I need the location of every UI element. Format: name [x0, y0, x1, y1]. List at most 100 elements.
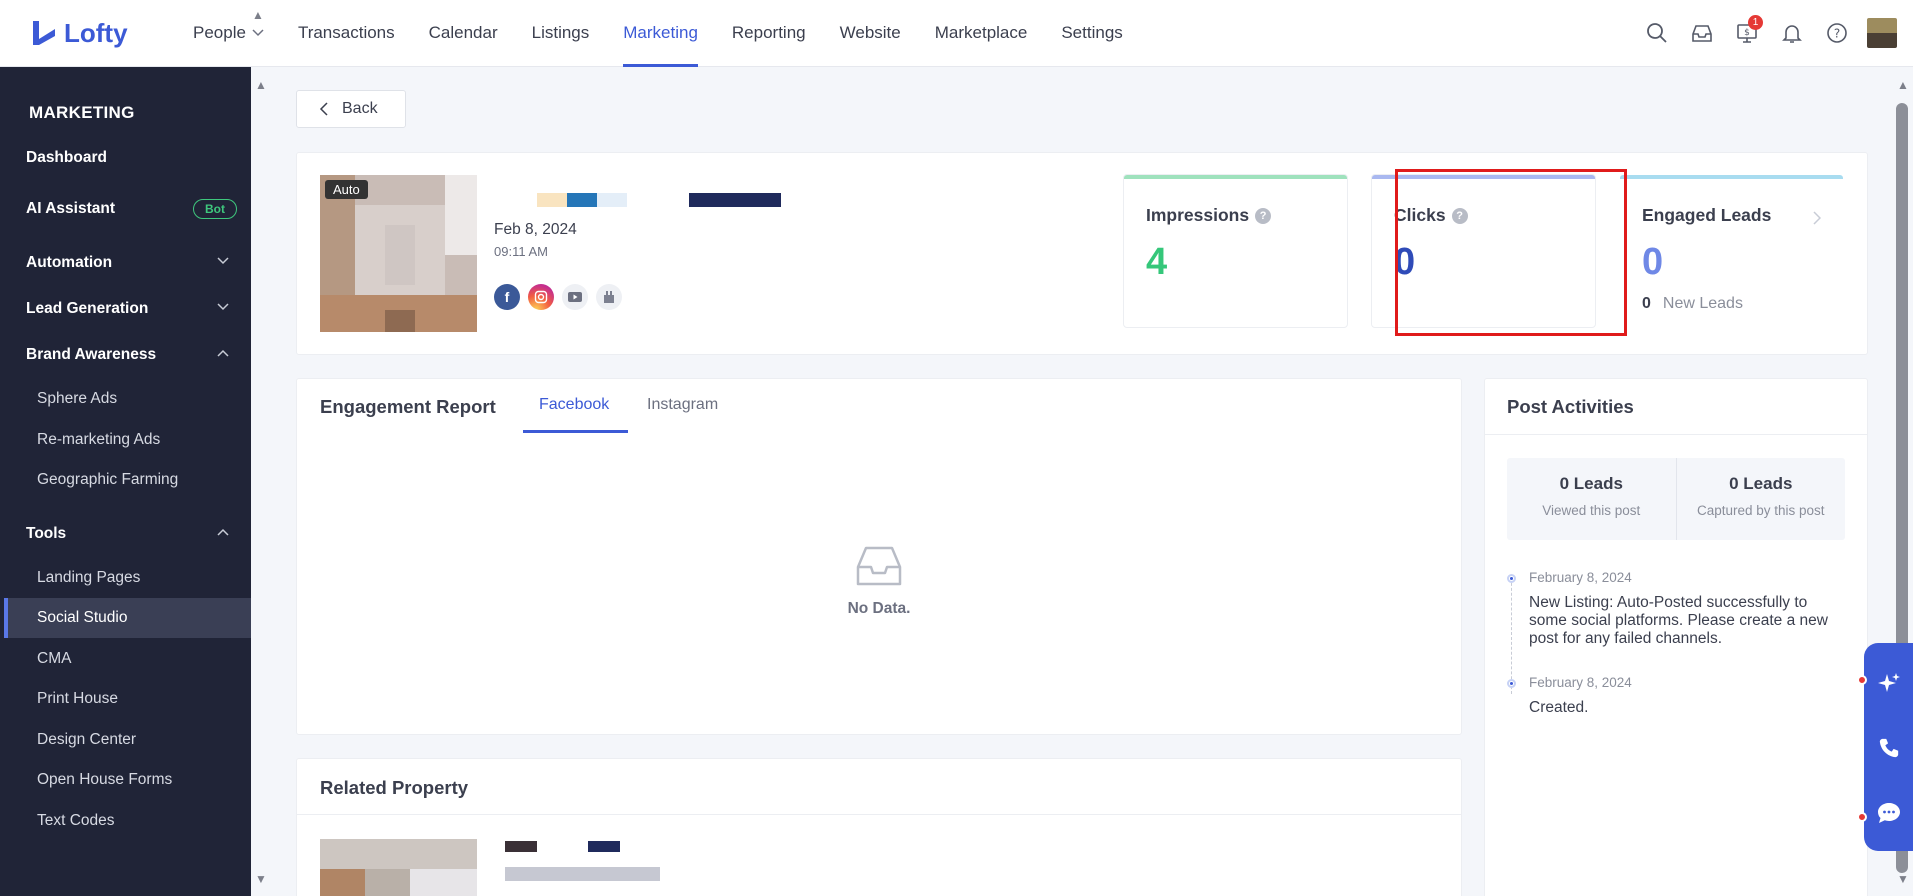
timeline-text: New Listing: Auto-Posted successfully to… — [1529, 594, 1828, 647]
sidebar-title: MARKETING — [29, 103, 135, 122]
redacted-text — [537, 193, 567, 207]
chat-button[interactable] — [1864, 783, 1913, 843]
facebook-icon[interactable]: f — [494, 284, 520, 310]
tab-facebook[interactable]: Facebook — [539, 396, 609, 414]
timeline-date: February 8, 2024 — [1529, 675, 1632, 690]
ai-sparkle-button[interactable] — [1864, 653, 1913, 713]
nav-listings-label: Listings — [531, 23, 590, 42]
nav-marketplace-label: Marketplace — [934, 23, 1028, 42]
chevron-down-icon — [217, 303, 229, 311]
sidebar-item-geographic-farming[interactable]: Geographic Farming — [4, 460, 251, 500]
sidebar-item-text-codes[interactable]: Text Codes — [4, 801, 251, 841]
help-icon[interactable]: ? — [1255, 207, 1272, 224]
lofty-logo[interactable]: Lofty — [30, 18, 176, 49]
redacted-text — [567, 193, 597, 207]
empty-state-text: No Data. — [847, 600, 911, 617]
user-avatar[interactable] — [1867, 18, 1897, 48]
chat-icon — [1877, 803, 1900, 823]
post-summary-card: Auto Feb 8, 2024 09:11 AM f Impressions?… — [296, 152, 1868, 355]
phone-icon — [1879, 738, 1898, 758]
main-content: Back Auto Feb 8, 2024 09:11 AM f Impress… — [251, 67, 1887, 896]
sidebar-item-remarketing-ads[interactable]: Re-marketing Ads — [4, 420, 251, 460]
related-property-card: Related Property — [296, 758, 1462, 896]
auto-tag: Auto — [325, 180, 368, 199]
sidebar-item-label: Geographic Farming — [37, 471, 179, 488]
nav-calendar[interactable]: Calendar — [412, 0, 515, 67]
redacted-text — [588, 841, 620, 852]
sidebar-item-open-house-forms[interactable]: Open House Forms — [4, 760, 251, 800]
sidebar-item-label: Re-marketing Ads — [37, 431, 161, 448]
inbox-icon[interactable] — [1687, 18, 1717, 48]
viewed-leads-desc: Viewed this post — [1542, 503, 1641, 518]
help-icon[interactable]: ? — [1451, 207, 1468, 224]
post-time: 09:11 AM — [494, 244, 548, 259]
property-thumbnail[interactable] — [320, 839, 477, 896]
sidebar-item-print-house[interactable]: Print House — [4, 679, 251, 719]
sidebar-item-dashboard[interactable]: Dashboard — [4, 138, 251, 178]
viewed-leads: 0 Leads Viewed this post — [1507, 458, 1676, 540]
nav-marketing[interactable]: Marketing — [606, 0, 715, 67]
google-business-icon[interactable] — [596, 284, 622, 310]
lofty-logo-icon — [33, 21, 55, 45]
sidebar-item-label: Print House — [37, 690, 118, 707]
impressions-accent-bar — [1124, 175, 1347, 179]
sidebar-item-lead-generation[interactable]: Lead Generation — [4, 289, 251, 329]
timeline-item: February 8, 2024 New Listing: Auto-Poste… — [1507, 570, 1847, 648]
chevron-up-icon — [217, 349, 229, 357]
help-icon[interactable]: ? — [1822, 18, 1852, 48]
timeline-date: February 8, 2024 — [1529, 570, 1632, 585]
nav-transactions[interactable]: Transactions — [281, 0, 412, 67]
nav-people[interactable]: People — [176, 0, 281, 67]
youtube-icon[interactable] — [562, 284, 588, 310]
nav-listings[interactable]: Listings — [515, 0, 607, 67]
bot-badge: Bot — [193, 199, 237, 219]
post-thumbnail[interactable]: Auto — [320, 175, 477, 332]
engaged-leads-stat[interactable]: Engaged Leads 0 0 New Leads — [1619, 174, 1844, 328]
instagram-icon[interactable] — [528, 284, 554, 310]
main-nav: People Transactions Calendar Listings Ma… — [176, 0, 1140, 67]
sidebar-item-social-studio[interactable]: Social Studio — [4, 598, 251, 638]
sidebar-item-tools[interactable]: Tools — [4, 514, 251, 554]
quick-action-panel — [1864, 643, 1913, 851]
engagement-report-card: Engagement Report Facebook Instagram No … — [296, 378, 1462, 735]
phone-button[interactable] — [1864, 718, 1913, 778]
lead-summary: 0 Leads Viewed this post 0 Leads Capture… — [1507, 458, 1845, 540]
clicks-label: Clicks? — [1394, 205, 1468, 226]
sidebar: ▲ MARKETING Dashboard AI Assistant Bot A… — [0, 8, 264, 896]
sidebar-item-design-center[interactable]: Design Center — [4, 720, 251, 760]
search-icon[interactable] — [1642, 18, 1672, 48]
sidebar-item-brand-awareness[interactable]: Brand Awareness — [4, 335, 251, 375]
nav-settings[interactable]: Settings — [1044, 0, 1139, 67]
tab-instagram[interactable]: Instagram — [647, 396, 718, 414]
related-property-title: Related Property — [320, 777, 469, 798]
scrollbar-down-icon[interactable]: ▼ — [1897, 872, 1909, 886]
nav-settings-label: Settings — [1061, 23, 1123, 42]
sidebar-item-landing-pages[interactable]: Landing Pages — [4, 558, 251, 598]
redacted-text — [505, 867, 660, 881]
lead-alert-icon[interactable]: $ 1 — [1732, 15, 1763, 48]
chevron-right-icon — [1813, 211, 1821, 225]
redacted-text — [505, 841, 537, 852]
sidebar-item-cma[interactable]: CMA — [4, 639, 251, 679]
sidebar-item-ai-assistant[interactable]: AI Assistant Bot — [4, 189, 251, 229]
nav-reporting[interactable]: Reporting — [715, 0, 823, 67]
chevron-up-icon — [217, 528, 229, 536]
back-button[interactable]: Back — [296, 90, 406, 128]
scrollbar-up-icon[interactable]: ▲ — [1897, 78, 1909, 92]
sidebar-scroll-up-icon[interactable]: ▲ — [252, 8, 264, 22]
empty-inbox-icon — [856, 546, 902, 586]
nav-marketplace[interactable]: Marketplace — [918, 0, 1045, 67]
sidebar-item-label: Automation — [26, 254, 113, 271]
notification-dot — [1857, 675, 1867, 685]
chevron-down-icon — [217, 257, 229, 265]
impressions-stat: Impressions? 4 — [1123, 174, 1348, 328]
sidebar-item-label: Open House Forms — [37, 771, 173, 788]
sidebar-item-automation[interactable]: Automation — [4, 243, 251, 283]
bell-icon[interactable] — [1777, 18, 1807, 48]
sidebar-item-label: Design Center — [37, 731, 137, 748]
nav-website[interactable]: Website — [823, 0, 918, 67]
sidebar-item-label: AI Assistant — [26, 200, 116, 217]
timeline-item: February 8, 2024 Created. — [1507, 675, 1847, 717]
active-tab-indicator — [523, 430, 628, 433]
sidebar-item-sphere-ads[interactable]: Sphere Ads — [4, 379, 251, 419]
